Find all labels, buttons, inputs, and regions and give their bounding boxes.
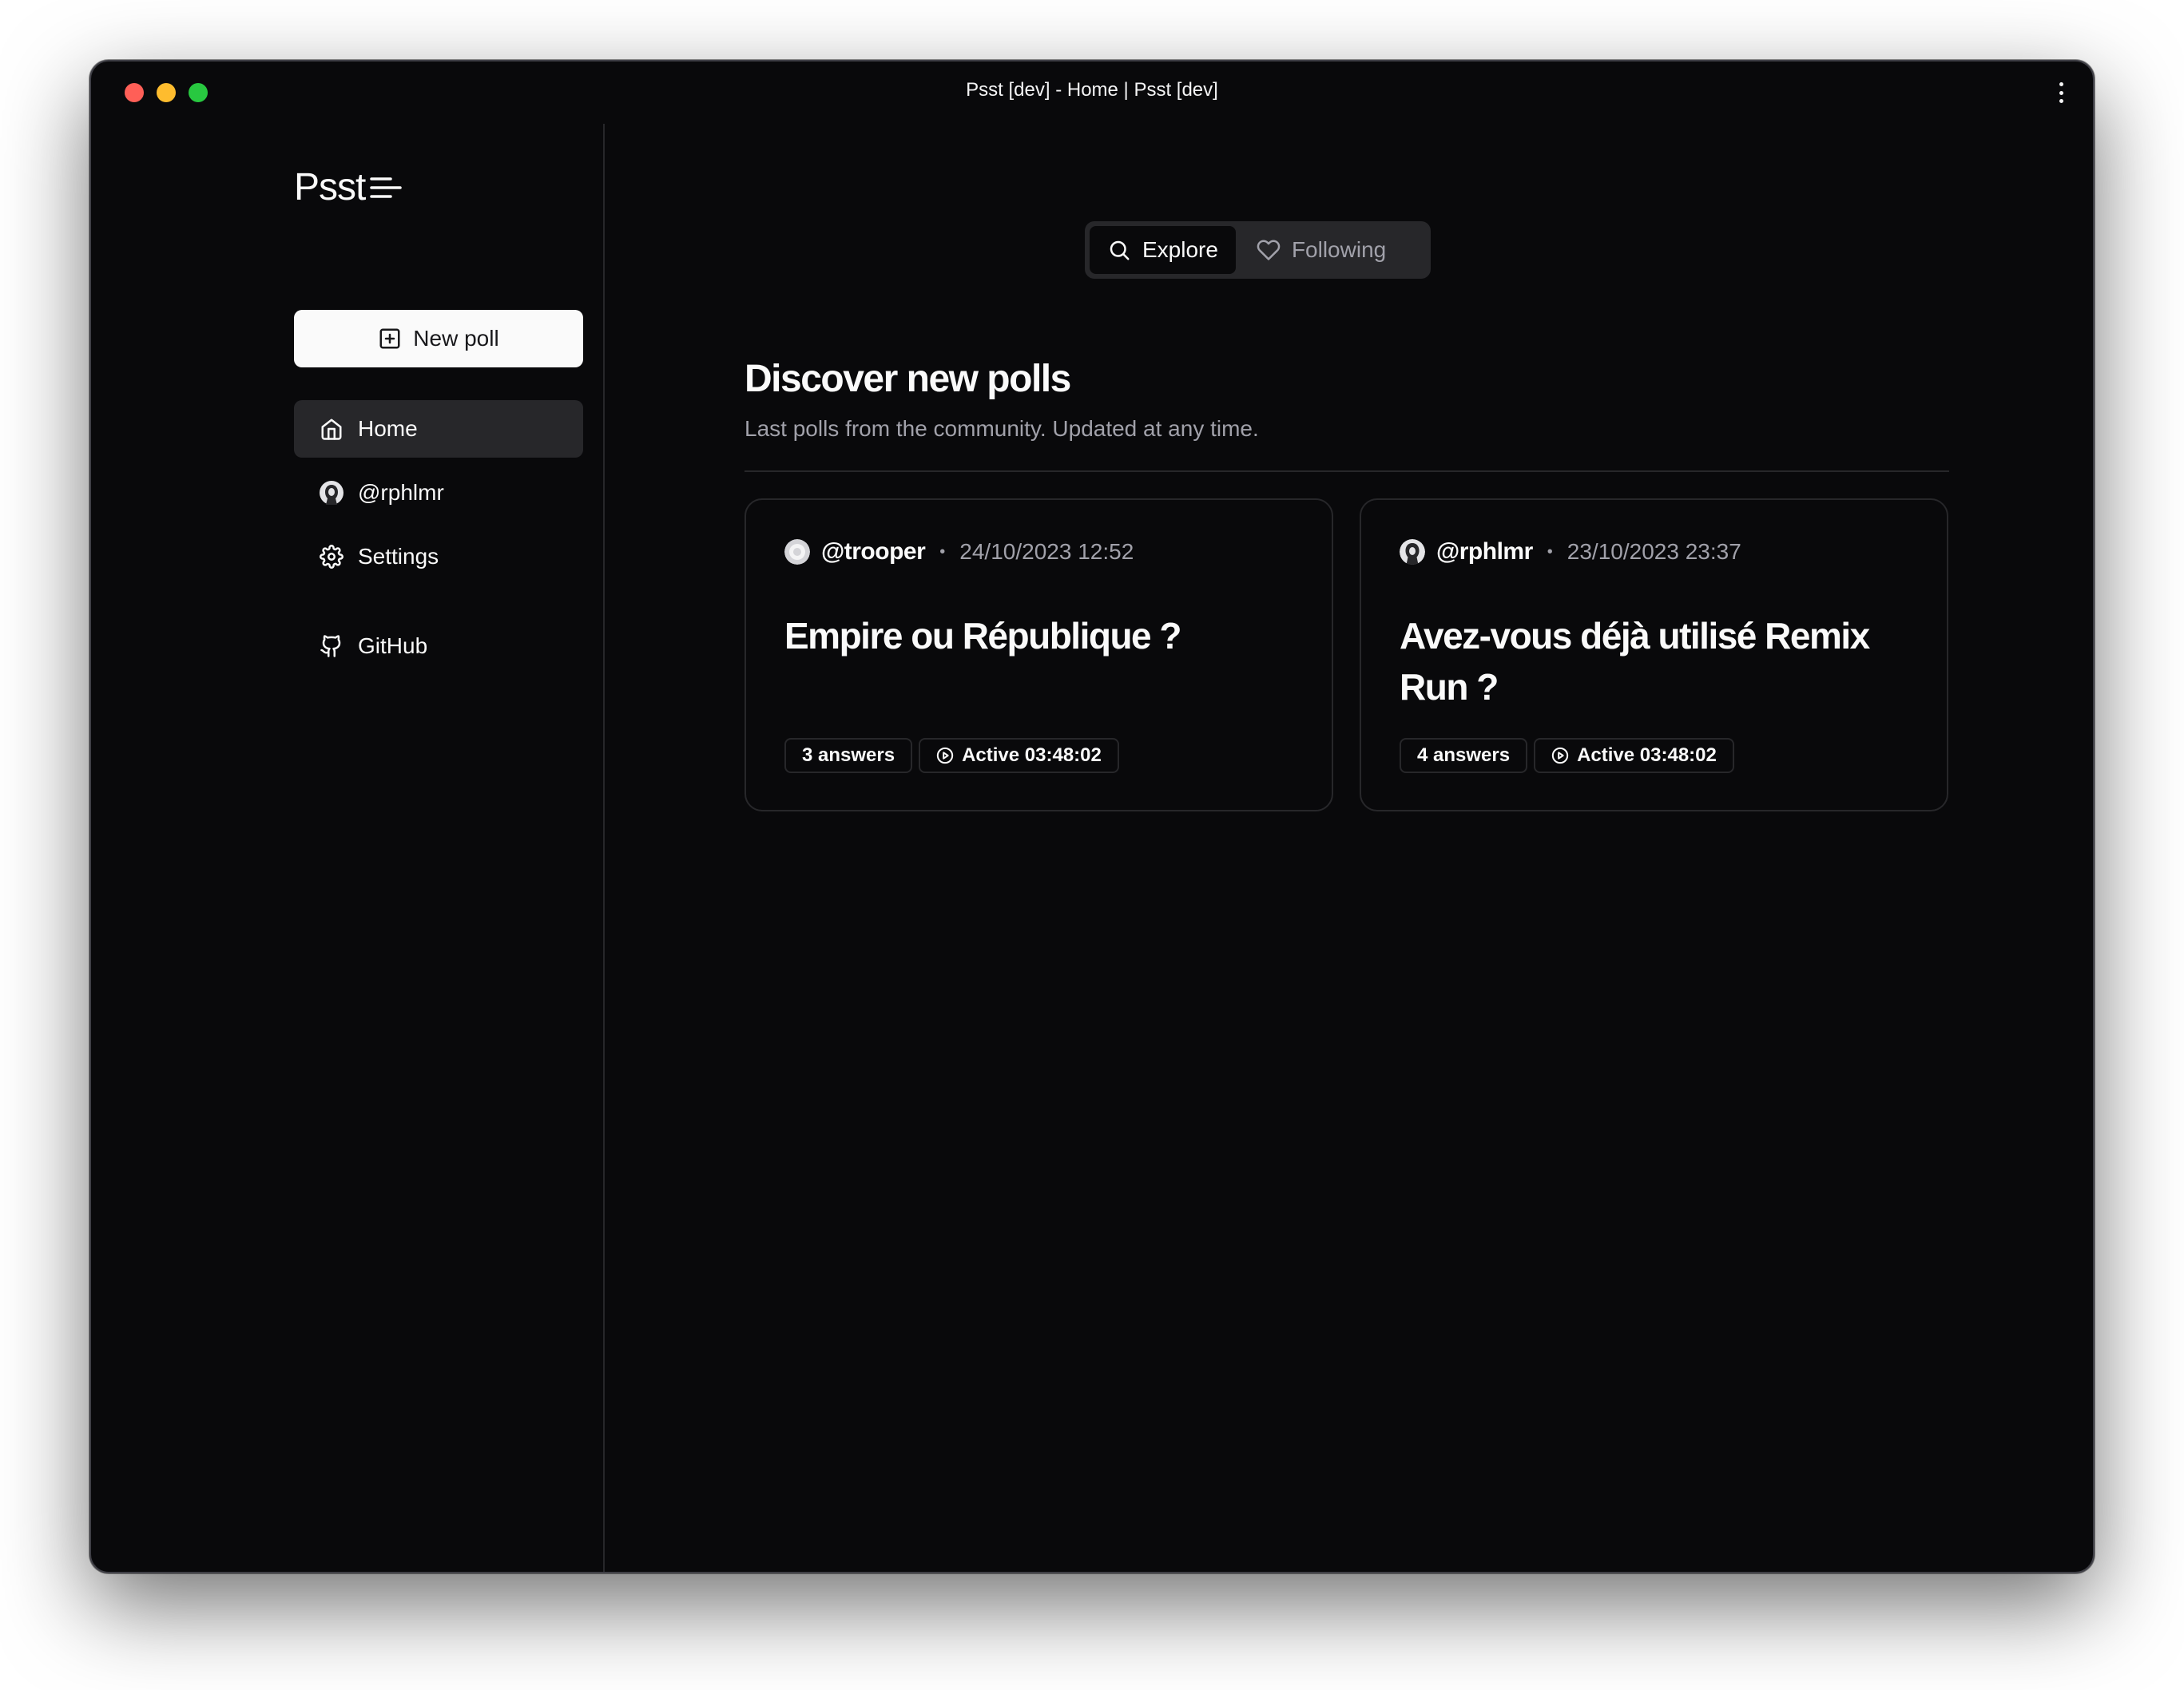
plus-square-icon <box>379 328 400 349</box>
play-circle-icon <box>936 747 954 764</box>
poll-date: 23/10/2023 23:37 <box>1567 539 1741 564</box>
page-subtitle: Last polls from the community. Updated a… <box>745 416 1259 441</box>
poll-date: 24/10/2023 12:52 <box>959 539 1134 564</box>
sidebar-item-github[interactable]: GitHub <box>294 617 583 675</box>
title-bar: Psst [dev] - Home | Psst [dev] <box>91 61 2093 124</box>
sidebar-item-label: @rphlmr <box>358 480 444 505</box>
app-window: Psst [dev] - Home | Psst [dev] Psst New … <box>89 60 2095 1573</box>
poll-meta: @trooper • 24/10/2023 12:52 <box>784 538 1134 565</box>
logo[interactable]: Psst <box>294 165 403 209</box>
divider <box>745 470 1949 472</box>
poll-question[interactable]: Empire ou République ? <box>784 610 1300 661</box>
poll-card[interactable]: @trooper • 24/10/2023 12:52 Empire ou Ré… <box>745 498 1333 811</box>
heart-icon <box>1257 240 1281 260</box>
answers-badge: 3 answers <box>784 738 913 773</box>
poll-author[interactable]: @rphlmr <box>1436 538 1533 565</box>
main-content: Explore Following Discover new polls Las… <box>605 124 2093 1572</box>
avatar <box>320 481 343 505</box>
poll-author[interactable]: @trooper <box>821 538 926 565</box>
tab-label: Following <box>1291 237 1387 262</box>
sidebar-item-label: GitHub <box>358 633 428 658</box>
status-badge: Active 03:48:02 <box>1534 738 1734 773</box>
answers-count: 4 answers <box>1417 744 1511 766</box>
gear-icon <box>320 545 343 569</box>
status-text: Active 03:48:02 <box>962 744 1102 766</box>
new-poll-button[interactable]: New poll <box>294 310 583 367</box>
answers-badge: 4 answers <box>1400 738 1528 773</box>
sidebar-item-label: Settings <box>358 544 439 569</box>
github-icon <box>320 635 341 657</box>
menu-lines-icon <box>370 177 403 198</box>
poll-meta: @rphlmr • 23/10/2023 23:37 <box>1400 538 1741 565</box>
sidebar-item-label: Home <box>358 416 418 441</box>
status-text: Active 03:48:02 <box>1577 744 1717 766</box>
poll-badges: 4 answers Active 03:48:02 <box>1400 738 1734 773</box>
sidebar: Psst New poll Home @rphlmr Settings GitH… <box>91 124 605 1572</box>
feed-tabs: Explore Following <box>1085 221 1431 279</box>
poll-question[interactable]: Avez-vous déjà utilisé Remix Run ? <box>1400 610 1915 712</box>
avatar <box>1400 539 1425 565</box>
play-circle-icon <box>1551 747 1569 764</box>
sidebar-item-settings[interactable]: Settings <box>294 528 583 585</box>
sidebar-item-profile[interactable]: @rphlmr <box>294 464 583 522</box>
sidebar-item-home[interactable]: Home <box>294 400 583 458</box>
avatar <box>784 539 810 565</box>
separator-dot: • <box>1547 542 1553 561</box>
logo-text: Psst <box>294 166 366 208</box>
tab-explore[interactable]: Explore <box>1090 226 1236 274</box>
more-options-icon[interactable] <box>2053 79 2069 106</box>
tab-label: Explore <box>1142 237 1218 262</box>
separator-dot: • <box>939 542 946 561</box>
answers-count: 3 answers <box>802 744 895 766</box>
page-title: Discover new polls <box>745 358 1071 400</box>
poll-badges: 3 answers Active 03:48:02 <box>784 738 1119 773</box>
new-poll-label: New poll <box>413 326 499 351</box>
window-title: Psst [dev] - Home | Psst [dev] <box>966 79 1218 101</box>
status-badge: Active 03:48:02 <box>919 738 1119 773</box>
poll-card[interactable]: @rphlmr • 23/10/2023 23:37 Avez-vous déj… <box>1360 498 1948 811</box>
search-icon <box>1110 240 1130 260</box>
tab-following[interactable]: Following <box>1239 226 1404 274</box>
home-icon <box>321 419 342 440</box>
